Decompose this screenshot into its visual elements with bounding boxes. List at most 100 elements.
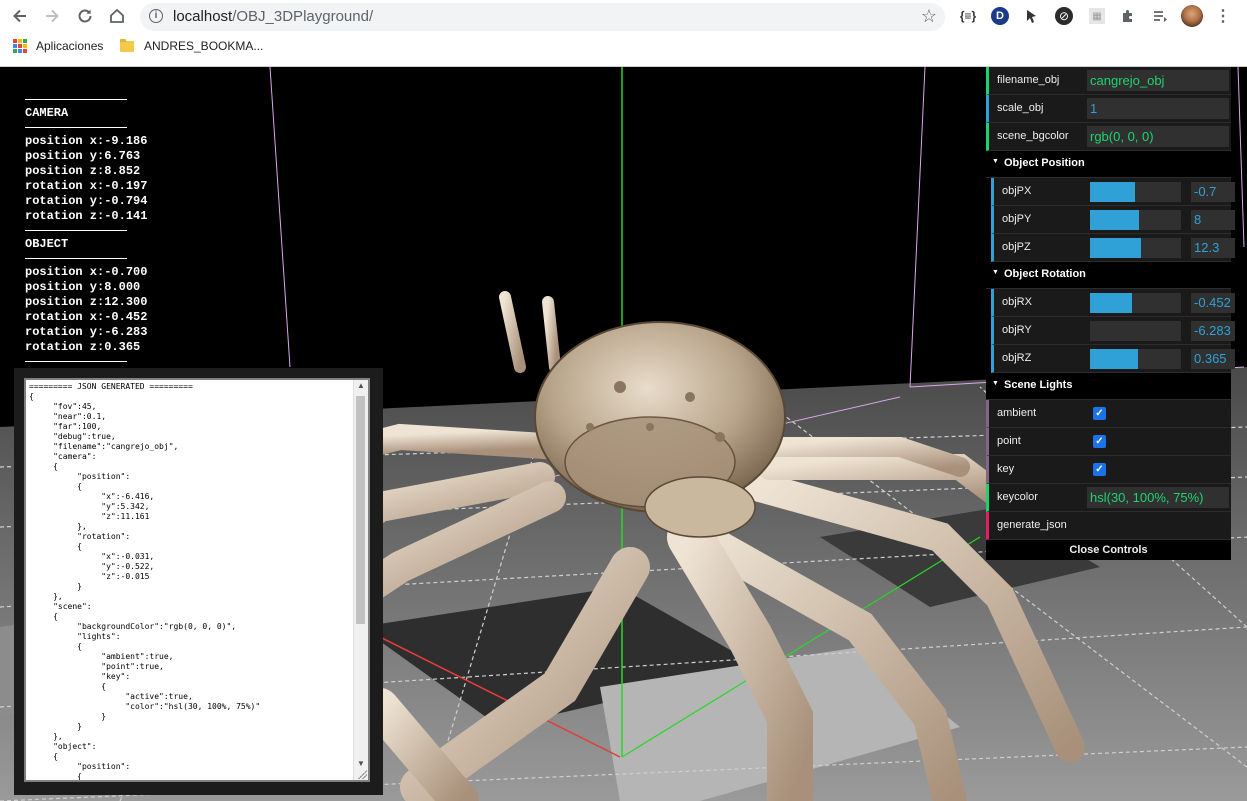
objrz-slider-fill xyxy=(1090,349,1139,369)
objrx-slider[interactable] xyxy=(1090,293,1181,313)
bookmark-folder[interactable]: ANDRES_BOOKMA... xyxy=(120,38,263,53)
objry-label: objRY xyxy=(1002,324,1032,336)
info-overlay: CAMERA position x:-9.186 position y:6.76… xyxy=(25,97,147,368)
bookmarks-bar: Aplicaciones ANDRES_BOOKMA... xyxy=(0,37,1247,59)
filename-obj-input[interactable]: cangrejo_obj xyxy=(1087,70,1229,91)
objrz-row: objRZ 0.365 xyxy=(991,345,1235,373)
json-textarea[interactable]: ========= JSON GENERATED ========= { "fo… xyxy=(24,378,370,782)
objpz-slider[interactable] xyxy=(1090,238,1181,258)
object-rotation-y: rotation y:-6.283 xyxy=(25,325,148,339)
forward-arrow-icon[interactable] xyxy=(40,4,64,28)
d-extension-icon[interactable]: D xyxy=(991,7,1009,25)
resize-grip-icon[interactable] xyxy=(357,769,367,779)
close-controls-button[interactable]: Close Controls xyxy=(986,540,1231,560)
back-arrow-icon[interactable] xyxy=(8,4,32,28)
menu-kebab-icon[interactable]: ⋮ xyxy=(1215,6,1231,26)
generate-json-button[interactable]: generate_json xyxy=(986,512,1231,540)
objpz-label: objPZ xyxy=(1002,241,1031,253)
reload-icon[interactable] xyxy=(73,4,97,28)
separator-line xyxy=(25,127,127,128)
objpy-slider[interactable] xyxy=(1090,210,1181,230)
json-viewer-extension-icon[interactable]: {≡} xyxy=(957,6,979,26)
objrz-slider[interactable] xyxy=(1090,349,1181,369)
scene-bgcolor-input[interactable]: rgb(0, 0, 0) xyxy=(1087,126,1229,147)
folder-object-position[interactable]: ▼ Object Position xyxy=(986,151,1231,178)
puzzle-icon[interactable] xyxy=(1118,6,1138,26)
folder-object-rotation[interactable]: ▼ Object Rotation xyxy=(986,262,1231,289)
objrz-input[interactable]: 0.365 xyxy=(1191,349,1235,369)
camera-position-y: position y:6.763 xyxy=(25,149,141,163)
folder-object-position-body: objPX -0.7 objPY 8 objPZ 12.3 xyxy=(986,178,1235,262)
point-checkbox[interactable]: ✓ xyxy=(1093,435,1106,448)
address-bar[interactable]: i localhost/OBJ_3DPlayground/ ☆ xyxy=(140,3,945,31)
filename-obj-label: filename_obj xyxy=(997,74,1060,86)
controls-panel: filename_obj cangrejo_obj scale_obj 1 sc… xyxy=(986,67,1235,560)
objrx-label: objRX xyxy=(1002,296,1032,308)
folder-object-rotation-body: objRX -0.452 objRY -6.283 objRZ 0.365 xyxy=(986,289,1235,373)
site-info-icon[interactable]: i xyxy=(149,9,163,23)
objpz-slider-fill xyxy=(1090,238,1141,258)
objrz-label: objRZ xyxy=(1002,352,1032,364)
filename-obj-row: filename_obj cangrejo_obj xyxy=(986,67,1231,95)
objpy-row: objPY 8 xyxy=(991,206,1235,234)
camera-rotation-x: rotation x:-0.197 xyxy=(25,179,148,193)
home-icon[interactable] xyxy=(105,4,129,28)
keycolor-input[interactable]: hsl(30, 100%, 75%) xyxy=(1087,487,1229,508)
json-panel: ========= JSON GENERATED ========= { "fo… xyxy=(14,368,383,795)
json-text: ========= JSON GENERATED ========= { "fo… xyxy=(29,382,261,781)
playlist-icon[interactable] xyxy=(1150,6,1170,26)
scroll-up-arrow-icon[interactable]: ▲ xyxy=(354,380,368,392)
folder-icon xyxy=(120,38,134,52)
objrx-slider-fill xyxy=(1090,293,1132,313)
avatar[interactable] xyxy=(1181,5,1203,27)
object-position-y: position y:8.000 xyxy=(25,280,141,294)
objrx-input[interactable]: -0.452 xyxy=(1191,293,1235,313)
separator-line xyxy=(25,99,127,100)
camera-position-x: position x:-9.186 xyxy=(25,134,148,148)
webgl-viewport[interactable]: CAMERA position x:-9.186 position y:6.76… xyxy=(0,67,1247,801)
objry-slider[interactable] xyxy=(1090,321,1181,341)
objrx-row: objRX -0.452 xyxy=(991,289,1235,317)
objpx-slider[interactable] xyxy=(1090,182,1181,202)
objpx-row: objPX -0.7 xyxy=(991,178,1235,206)
generate-json-label: generate_json xyxy=(997,519,1067,531)
objpy-slider-fill xyxy=(1090,210,1140,230)
object-position-z: position z:12.300 xyxy=(25,295,148,309)
scroll-thumb[interactable] xyxy=(356,396,365,624)
objpx-slider-fill xyxy=(1090,182,1135,202)
json-scrollbar[interactable]: ▲ ▼ xyxy=(353,380,368,780)
separator-line xyxy=(25,230,127,231)
objpz-input[interactable]: 12.3 xyxy=(1191,238,1235,258)
url-text[interactable]: localhost/OBJ_3DPlayground/ xyxy=(173,8,373,25)
point-row: point ✓ xyxy=(986,428,1231,456)
scale-obj-row: scale_obj 1 xyxy=(986,95,1231,123)
objpy-input[interactable]: 8 xyxy=(1191,210,1235,230)
folder-scene-lights[interactable]: ▼ Scene Lights xyxy=(986,373,1231,400)
block-extension-icon[interactable]: ⊘ xyxy=(1055,7,1073,25)
bookmark-star-icon[interactable]: ☆ xyxy=(921,6,937,27)
objpy-label: objPY xyxy=(1002,213,1032,225)
caret-down-icon: ▼ xyxy=(992,269,999,276)
object-rotation-x: rotation x:-0.452 xyxy=(25,310,148,324)
browser-chrome: i localhost/OBJ_3DPlayground/ ☆ {≡} D ⊘ … xyxy=(0,0,1247,67)
separator-line xyxy=(25,361,127,362)
object-section-title: OBJECT xyxy=(25,237,69,251)
grid-extension-icon[interactable]: ▦ xyxy=(1089,8,1105,24)
folder-scene-lights-title: Scene Lights xyxy=(1004,379,1073,391)
bookmark-apps[interactable]: Aplicaciones xyxy=(13,39,103,53)
objry-input[interactable]: -6.283 xyxy=(1191,321,1235,341)
objpx-input[interactable]: -0.7 xyxy=(1191,182,1235,202)
key-row: key ✓ xyxy=(986,456,1231,484)
objry-row: objRY -6.283 xyxy=(991,317,1235,345)
cursor-extension-icon[interactable] xyxy=(1022,6,1042,26)
object-position-x: position x:-0.700 xyxy=(25,265,148,279)
ambient-checkbox[interactable]: ✓ xyxy=(1093,407,1106,420)
objpx-label: objPX xyxy=(1002,185,1032,197)
camera-rotation-y: rotation y:-0.794 xyxy=(25,194,148,208)
scale-obj-input[interactable]: 1 xyxy=(1087,98,1229,119)
bookmark-apps-label: Aplicaciones xyxy=(36,39,104,53)
objpz-row: objPZ 12.3 xyxy=(991,234,1235,262)
folder-object-rotation-title: Object Rotation xyxy=(1004,268,1086,280)
scene-bgcolor-label: scene_bgcolor xyxy=(997,130,1069,142)
key-checkbox[interactable]: ✓ xyxy=(1093,463,1106,476)
